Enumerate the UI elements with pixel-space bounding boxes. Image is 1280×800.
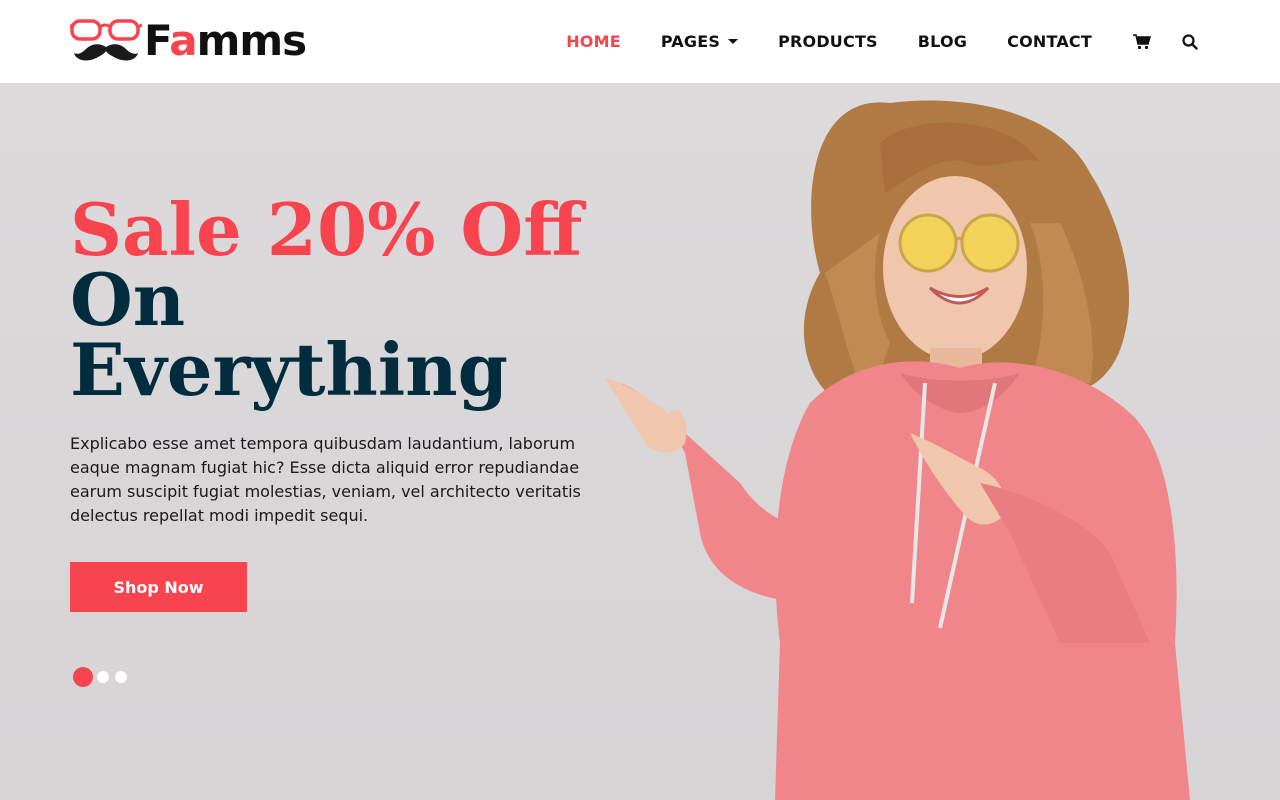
hero-description: Explicabo esse amet tempora quibusdam la… <box>70 434 581 525</box>
nav-blog[interactable]: BLOG <box>918 32 967 51</box>
brand-name: Famms <box>144 16 307 65</box>
hero-slider: Sale 20% Off On Everything Explicabo ess… <box>0 83 1280 800</box>
nav-products[interactable]: PRODUCTS <box>778 32 878 51</box>
logo[interactable]: Famms <box>70 16 307 66</box>
site-header: Famms HOME PAGES PRODUCTS BLOG CONTACT <box>0 0 1280 83</box>
hero-model-image <box>605 100 1190 800</box>
nav-pages[interactable]: PAGES <box>660 32 739 51</box>
shop-now-button[interactable]: Shop Now <box>70 562 247 612</box>
main-nav: HOME PAGES PRODUCTS BLOG CONTACT <box>526 0 1200 83</box>
chevron-down-icon <box>728 39 739 44</box>
slide-dot[interactable] <box>73 667 93 687</box>
nav-pages-label: PAGES <box>660 32 721 51</box>
nav-contact[interactable]: CONTACT <box>1007 32 1092 51</box>
slide-dot[interactable] <box>97 671 109 683</box>
cart-icon[interactable] <box>1132 32 1152 52</box>
hero-headline: Sale 20% Off On Everything <box>70 187 630 412</box>
glasses-mustache-icon <box>70 19 142 61</box>
headline-sale: Sale 20% Off <box>70 187 583 272</box>
search-icon[interactable] <box>1180 32 1200 52</box>
headline-subtitle: On Everything <box>70 257 508 412</box>
slider-indicators <box>73 667 133 687</box>
slide-dot[interactable] <box>115 671 127 683</box>
nav-home[interactable]: HOME <box>566 32 621 51</box>
